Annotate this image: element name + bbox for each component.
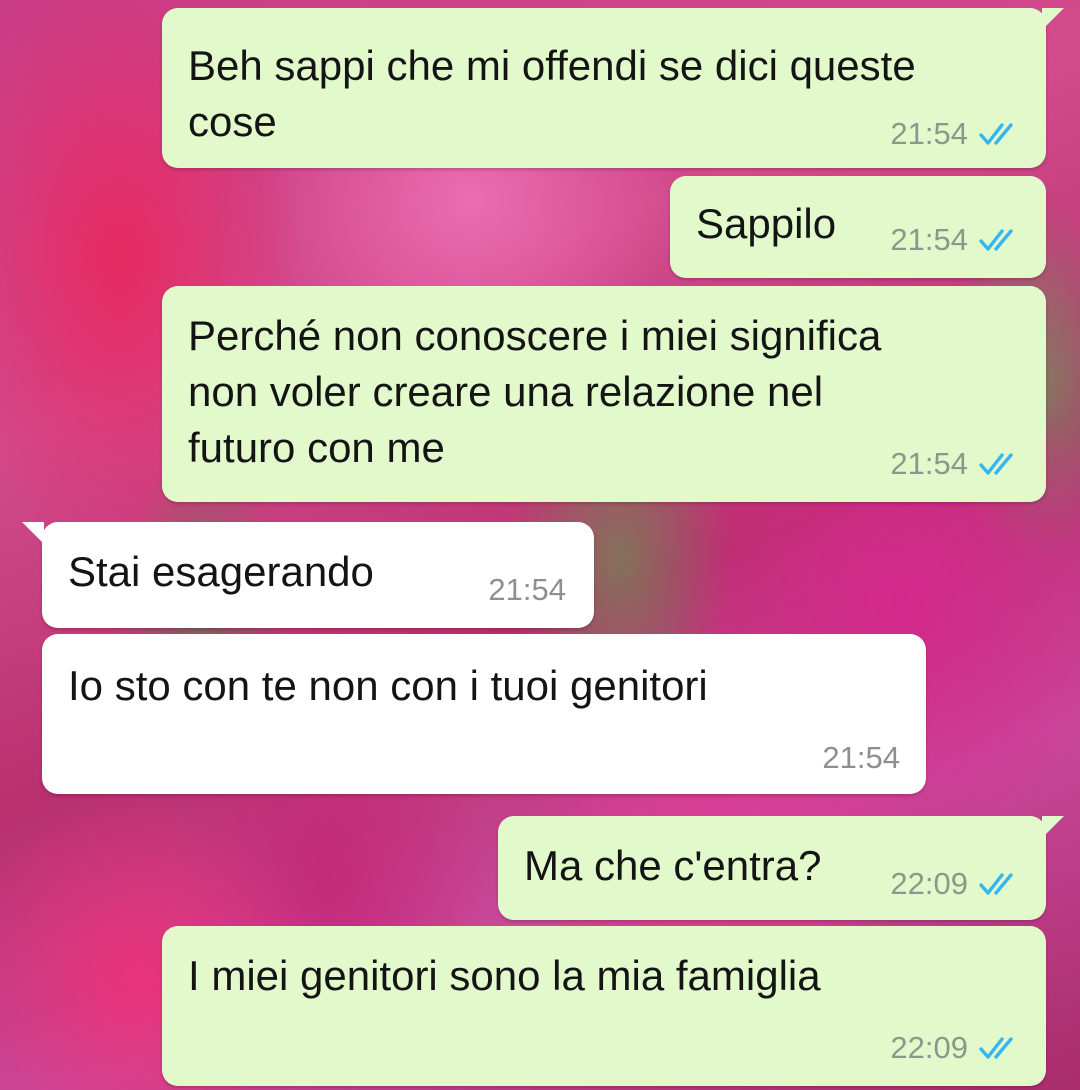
read-double-check-icon: [979, 123, 1013, 145]
message-bubble-outgoing[interactable]: Beh sappi che mi offendi se dici queste …: [162, 8, 1064, 168]
message-bubble-outgoing[interactable]: Perché non conoscere i miei significa no…: [162, 286, 1046, 502]
message-text: Sappilo: [696, 200, 837, 247]
message-time: 21:54: [890, 446, 968, 481]
read-double-check-icon: [979, 1037, 1013, 1059]
read-double-check-icon: [979, 229, 1013, 251]
message-time: 21:54: [488, 572, 566, 607]
message-bubble-incoming[interactable]: Io sto con te non con i tuoi genitori 21…: [42, 634, 926, 794]
message-text: Perché non conoscere i miei significa no…: [188, 312, 882, 471]
message-bubble-outgoing[interactable]: Ma che c'entra? 22:09: [498, 816, 1064, 920]
message-meta: 22:09: [890, 1030, 1022, 1066]
message-meta: 21:54: [822, 740, 900, 776]
read-double-check-icon: [979, 453, 1013, 475]
message-time: 22:09: [890, 866, 968, 901]
message-meta: 21:54: [890, 116, 1022, 152]
message-text: Ma che c'entra?: [524, 842, 822, 889]
message-meta: 21:54: [890, 446, 1022, 482]
message-text: Io sto con te non con i tuoi genitori: [68, 662, 708, 709]
message-meta: 22:09: [890, 866, 1022, 902]
chat-conversation[interactable]: Beh sappi che mi offendi se dici queste …: [0, 0, 1080, 1090]
message-meta: 21:54: [890, 222, 1022, 258]
message-bubble-outgoing[interactable]: Sappilo 21:54: [670, 176, 1046, 278]
message-time: 21:54: [890, 116, 968, 151]
message-text: I miei genitori sono la mia famiglia: [188, 952, 821, 999]
message-time: 22:09: [890, 1030, 968, 1065]
message-time: 21:54: [890, 222, 968, 257]
message-text: Stai esagerando: [68, 548, 374, 595]
read-double-check-icon: [979, 873, 1013, 895]
message-meta: 21:54: [488, 572, 566, 608]
message-text: Beh sappi che mi offendi se dici queste …: [188, 42, 916, 145]
message-time: 21:54: [822, 740, 900, 775]
message-bubble-incoming[interactable]: Stai esagerando 21:54: [22, 522, 594, 628]
message-bubble-outgoing[interactable]: I miei genitori sono la mia famiglia 22:…: [162, 926, 1046, 1086]
